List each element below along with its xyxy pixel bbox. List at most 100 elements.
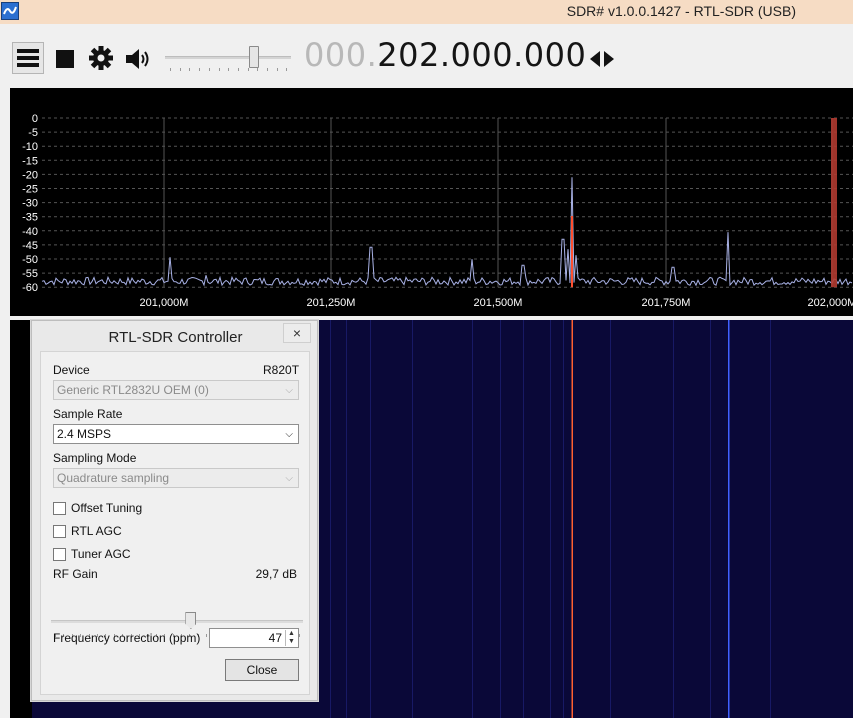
gear-icon	[89, 46, 113, 70]
rf-gain-label: RF Gain	[53, 567, 98, 581]
device-select-value: Generic RTL2832U OEM (0)	[57, 383, 209, 397]
spectrum-display[interactable]: 0 -5 -10 -15 -20 -25 -30 -35 -40 -45 -50 -55 -60 201,…	[10, 88, 853, 316]
settings-button[interactable]	[87, 44, 115, 72]
rf-gain-tick	[206, 634, 208, 637]
waterfall-faint-line	[550, 320, 551, 718]
device-tuner: R820T	[263, 363, 300, 377]
spectrum-x-tick: 201,000M	[140, 297, 189, 309]
volume-thumb[interactable]	[248, 46, 259, 68]
rf-gain-thumb[interactable]	[185, 612, 197, 629]
waterfall-faint-line	[523, 320, 524, 718]
frequency-correction-input[interactable]: 47 ▲ ▼	[209, 628, 299, 648]
hamburger-bar	[17, 56, 39, 60]
waterfall-left-gutter	[10, 320, 32, 718]
volume-tick	[286, 68, 288, 71]
rf-gain-value: 29,7 dB	[255, 567, 297, 581]
volume-slider[interactable]	[165, 42, 291, 74]
waterfall-faint-line	[412, 320, 413, 718]
spin-down-icon[interactable]: ▼	[286, 638, 297, 646]
hamburger-bar	[17, 63, 39, 67]
waterfall-faint-line	[500, 320, 501, 718]
spectrum-y-tick: -15	[22, 155, 38, 167]
spectrum-y-tick: -5	[28, 127, 38, 139]
sample-rate-value: 2.4 MSPS	[57, 427, 112, 441]
tuner-agc-label[interactable]: Tuner AGC	[71, 547, 131, 561]
waterfall-faint-line	[710, 320, 711, 718]
chevron-down-icon: ⌵	[285, 429, 293, 440]
volume-tick	[237, 68, 239, 71]
spectrum-y-tick: -45	[22, 240, 38, 252]
spectrum-x-tick: 201,500M	[474, 297, 523, 309]
spectrum-y-tick: -40	[22, 226, 38, 238]
audio-button[interactable]	[124, 46, 152, 72]
spectrum-y-tick: -10	[22, 141, 38, 153]
sample-rate-select[interactable]: 2.4 MSPS ⌵	[53, 424, 299, 444]
offset-tuning-checkbox[interactable]	[53, 502, 66, 515]
tuner-agc-checkbox[interactable]	[53, 548, 66, 561]
volume-tick	[267, 68, 268, 71]
volume-tick	[189, 68, 191, 71]
waterfall-faint-line	[673, 320, 674, 718]
rtl-agc-label[interactable]: RTL AGC	[71, 524, 122, 538]
rtl-agc-checkbox[interactable]	[53, 525, 66, 538]
volume-tick	[257, 68, 259, 71]
hamburger-menu-icon	[17, 49, 39, 53]
offset-tuning-label[interactable]: Offset Tuning	[71, 501, 142, 515]
window-title: SDR# v1.0.0.1427 - RTL-SDR (USB)	[566, 3, 796, 19]
ppm-spinner[interactable]: ▲ ▼	[285, 630, 297, 646]
frequency-value[interactable]: 202.000.000	[377, 36, 586, 74]
sdr-app-icon[interactable]	[1, 2, 19, 20]
volume-tick	[218, 68, 220, 71]
waterfall-faint-line	[370, 320, 371, 718]
menu-button[interactable]	[12, 42, 44, 74]
spectrum-y-tick: -50	[22, 254, 38, 266]
frequency-correction-value[interactable]: 47	[269, 631, 282, 645]
waterfall-signal-line	[728, 320, 730, 718]
volume-tick	[179, 68, 181, 71]
speaker-icon	[126, 49, 149, 69]
spectrum-x-tick: 202,000M	[808, 297, 853, 309]
waterfall-faint-line	[472, 320, 473, 718]
volume-tick	[208, 68, 210, 71]
spectrum-y-tick: -60	[22, 282, 38, 294]
spectrum-y-tick: -20	[22, 169, 38, 181]
spectrum-y-tick: -25	[22, 184, 38, 196]
left-right-arrows-icon	[590, 51, 614, 67]
frequency-display[interactable]: 000.202.000.000	[304, 36, 586, 74]
sampling-mode-select: Quadrature sampling ⌵	[53, 468, 299, 488]
sampling-mode-label: Sampling Mode	[53, 451, 137, 465]
tuning-button[interactable]	[588, 49, 616, 69]
waterfall-faint-line	[346, 320, 347, 718]
volume-tick	[170, 68, 171, 71]
spectrum-y-tick: -30	[22, 198, 38, 210]
spectrum-x-tick: 201,250M	[307, 297, 356, 309]
rtl-sdr-controller-dialog: RTL-SDR Controller × Device R820T Generi…	[31, 320, 318, 701]
spin-up-icon[interactable]: ▲	[286, 630, 297, 638]
stop-button[interactable]	[56, 50, 74, 68]
spectrum-y-tick: -55	[22, 268, 38, 280]
spectrum-y-tick: -35	[22, 212, 38, 224]
close-button[interactable]: Close	[225, 659, 299, 681]
title-bar: SDR# v1.0.0.1427 - RTL-SDR (USB)	[0, 0, 853, 24]
dialog-title: RTL-SDR Controller	[108, 329, 243, 346]
waterfall-faint-line	[770, 320, 771, 718]
frequency-prefix[interactable]: 000.	[304, 36, 377, 74]
sampling-mode-value: Quadrature sampling	[57, 471, 170, 485]
volume-tick	[228, 68, 230, 71]
spectrum-y-tick: 0	[32, 113, 38, 125]
sample-rate-label: Sample Rate	[53, 407, 123, 421]
rf-gain-track	[51, 620, 303, 623]
device-select: Generic RTL2832U OEM (0) ⌵	[53, 380, 299, 400]
dialog-body: Device R820T Generic RTL2832U OEM (0) ⌵ …	[40, 351, 310, 695]
filter-bandwidth-marker	[831, 118, 837, 288]
volume-tick	[276, 68, 278, 71]
chevron-down-icon: ⌵	[285, 385, 293, 396]
chevron-down-icon: ⌵	[285, 473, 293, 484]
volume-tick	[199, 68, 201, 71]
waterfall-faint-line	[563, 320, 564, 718]
waterfall-carrier-line	[571, 320, 573, 718]
waterfall-faint-line	[610, 320, 611, 718]
volume-tick	[247, 68, 249, 71]
dialog-close-icon[interactable]: ×	[283, 323, 311, 343]
waterfall-faint-line	[330, 320, 331, 718]
